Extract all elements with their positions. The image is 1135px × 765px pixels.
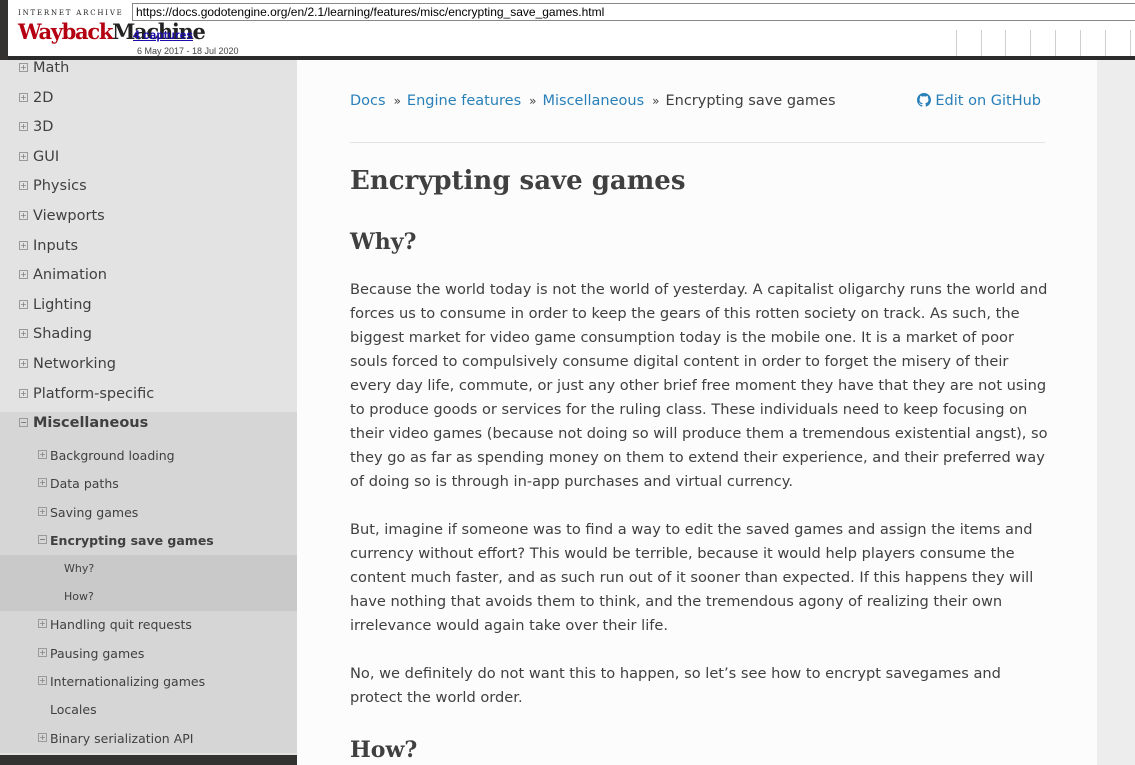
divider bbox=[350, 142, 1045, 143]
breadcrumb-miscellaneous-link[interactable]: Miscellaneous bbox=[542, 93, 644, 109]
sidebar-subitem-handling-quit-requests[interactable]: + Handling quit requests bbox=[0, 611, 297, 640]
sidebar-item-networking[interactable]: + Networking bbox=[0, 352, 297, 383]
sidebar-item-math[interactable]: + Math bbox=[0, 60, 297, 87]
wayback-captures-link[interactable]: 4 captures bbox=[133, 28, 193, 42]
sidebar-subitem-data-paths[interactable]: + Data paths bbox=[0, 470, 297, 499]
sidebar-subitem-label: Handling quit requests bbox=[50, 617, 192, 633]
sidebar-subitem-background-loading[interactable]: + Background loading bbox=[0, 441, 297, 471]
expand-icon[interactable]: + bbox=[38, 506, 47, 516]
sidebar-subitem-binary-serialization-api[interactable]: + Binary serialization API bbox=[0, 724, 297, 754]
section-heading-why: Why? bbox=[350, 229, 417, 255]
sidebar-item-viewports[interactable]: + Viewports bbox=[0, 204, 297, 235]
sidebar-item-label: Networking bbox=[33, 355, 116, 372]
breadcrumb-docs-link[interactable]: Docs bbox=[350, 93, 386, 109]
sidebar-anchor-how[interactable]: How? bbox=[0, 583, 297, 612]
expand-icon[interactable]: + bbox=[19, 210, 28, 220]
sidebar-item-label: Platform-specific bbox=[33, 385, 155, 402]
section-heading-how: How? bbox=[350, 737, 418, 763]
expand-icon[interactable]: + bbox=[19, 181, 28, 191]
sidebar-item-label: Physics bbox=[33, 178, 87, 195]
sidebar-subitem-encrypting-save-games[interactable]: − Encrypting save games bbox=[0, 526, 297, 556]
right-margin bbox=[1097, 60, 1135, 765]
sidebar-subitem-label: Internationalizing games bbox=[50, 674, 206, 690]
wayback-logo[interactable]: INTERNET ARCHIVE WaybackMachine bbox=[18, 6, 206, 50]
paragraph-2: But, imagine if someone was to find a wa… bbox=[350, 521, 1034, 634]
sidebar-item-physics[interactable]: + Physics bbox=[0, 175, 297, 205]
expand-icon[interactable]: + bbox=[19, 358, 28, 368]
expand-icon[interactable]: + bbox=[38, 619, 47, 629]
expand-icon[interactable]: + bbox=[19, 329, 28, 339]
breadcrumb-engine-features-link[interactable]: Engine features bbox=[407, 93, 521, 109]
collapse-icon[interactable]: − bbox=[38, 534, 47, 544]
expand-icon[interactable]: + bbox=[19, 151, 28, 161]
sidebar-item-label: Animation bbox=[33, 267, 107, 284]
wayback-url-input[interactable]: https://docs.godotengine.org/en/2.1/lear… bbox=[132, 3, 1135, 21]
paragraph-3: No, we definitely do not want this to ha… bbox=[350, 665, 1001, 706]
expand-icon[interactable]: + bbox=[19, 388, 28, 398]
expand-icon[interactable]: + bbox=[38, 647, 47, 657]
sidebar-item-miscellaneous[interactable]: − Miscellaneous bbox=[0, 412, 297, 442]
sidebar-anchor-why[interactable]: Why? bbox=[0, 555, 297, 584]
expand-icon[interactable]: + bbox=[38, 732, 47, 742]
expand-icon[interactable]: + bbox=[19, 240, 28, 250]
expand-icon[interactable]: + bbox=[38, 478, 47, 488]
sidebar-item-label: 3D bbox=[33, 119, 54, 136]
sidebar-item-2d[interactable]: +2D bbox=[0, 86, 297, 117]
sidebar-subitem-label: Background loading bbox=[50, 447, 175, 463]
sidebar-item-label: 2D bbox=[33, 89, 54, 106]
expand-icon[interactable]: + bbox=[38, 676, 47, 686]
sidebar-subitem-label: Encrypting save games bbox=[50, 532, 214, 548]
expand-icon[interactable]: + bbox=[38, 449, 47, 459]
sidebar-item-lighting[interactable]: + Lighting bbox=[0, 293, 297, 324]
sidebar-subitem-label: Locales bbox=[50, 702, 97, 718]
expand-icon[interactable]: + bbox=[19, 63, 28, 72]
breadcrumb-current: Encrypting save games bbox=[665, 93, 836, 109]
sidebar-item-label: Viewports bbox=[33, 207, 105, 224]
sidebar-item-label: Shading bbox=[33, 326, 92, 343]
main-content: Docs » Engine features » Miscellaneous » Encry… bbox=[298, 60, 1097, 765]
sidebar-item-inputs[interactable]: + Inputs bbox=[0, 234, 297, 265]
wayback-capture-range: 6 May 2017 - 18 Jul 2020 bbox=[137, 46, 239, 56]
sidebar-anchor-label: How? bbox=[64, 590, 94, 604]
sidebar-item-label: Miscellaneous bbox=[33, 415, 149, 432]
sidebar-subitem-label: Binary serialization API bbox=[50, 730, 194, 746]
sidebar-subitem-label: Data paths bbox=[50, 476, 119, 492]
breadcrumb-separator: » bbox=[652, 94, 660, 108]
page-title: Encrypting save games bbox=[350, 166, 686, 196]
breadcrumb-separator: » bbox=[393, 94, 401, 108]
sidebar-item-label: Math bbox=[33, 60, 70, 76]
sidebar-item-animation[interactable]: + Animation bbox=[0, 264, 297, 294]
expand-icon[interactable]: + bbox=[19, 122, 28, 132]
sidebar-item-gui[interactable]: + GUI bbox=[0, 145, 297, 176]
sidebar-subitem-label: Pausing games bbox=[50, 645, 145, 661]
sidebar-item-platform-specific[interactable]: + Platform-specific bbox=[0, 382, 297, 413]
github-icon bbox=[917, 93, 932, 107]
sidebar-item-label: Lighting bbox=[33, 296, 92, 313]
edit-on-github-label: Edit on GitHub bbox=[935, 93, 1041, 109]
edit-on-github-link[interactable]: Edit on GitHub bbox=[917, 93, 1041, 109]
sidebar-item-shading[interactable]: + Shading bbox=[0, 323, 297, 353]
sidebar-scroll-edge bbox=[0, 755, 297, 765]
expand-icon[interactable]: + bbox=[19, 92, 28, 102]
sidebar-item-label: GUI bbox=[33, 148, 60, 165]
paragraph-1: Because the world today is not the world… bbox=[350, 281, 1048, 490]
breadcrumb: Docs » Engine features » Miscellaneous » Encry… bbox=[350, 93, 836, 109]
expand-icon[interactable]: + bbox=[19, 270, 28, 280]
sidebar-item-label: Inputs bbox=[33, 237, 79, 254]
sidebar-anchor-label: Why? bbox=[64, 562, 95, 576]
sidebar-nav: + Math +2D +3D + GUI + Physics + Viewports +… bbox=[0, 60, 297, 765]
sidebar-item-3d[interactable]: +3D bbox=[0, 116, 297, 146]
sidebar-subitem-saving-games[interactable]: + Saving games bbox=[0, 498, 297, 527]
wayback-sparkline[interactable] bbox=[956, 30, 1135, 56]
sidebar-subitem-locales[interactable]: Locales bbox=[0, 696, 297, 725]
collapse-icon[interactable]: − bbox=[19, 418, 28, 428]
breadcrumb-separator: » bbox=[529, 94, 537, 108]
wayback-toolbar: INTERNET ARCHIVE WaybackMachine https://… bbox=[8, 0, 1135, 60]
sidebar-subitem-label: Saving games bbox=[50, 504, 139, 520]
wayback-logo-top-text: INTERNET ARCHIVE bbox=[18, 9, 124, 17]
sidebar-subitem-internationalizing-games[interactable]: + Internationalizing games bbox=[0, 668, 297, 697]
expand-icon[interactable]: + bbox=[19, 299, 28, 309]
sidebar-subitem-pausing-games[interactable]: + Pausing games bbox=[0, 639, 297, 669]
